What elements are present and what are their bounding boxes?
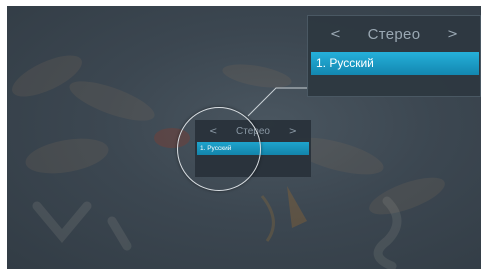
- audio-track-popup: < Стерео > 1. Русский: [307, 15, 481, 97]
- chevron-right-icon[interactable]: >: [447, 27, 458, 42]
- chevron-left-icon[interactable]: <: [330, 27, 341, 42]
- popup-title: Стерео: [367, 25, 421, 43]
- screenshot-frame: < Стерео > 1. Русский < Стерео > 1. Русс…: [0, 0, 485, 276]
- magnifier-circle: [177, 107, 261, 191]
- popup-selected-item[interactable]: 1. Русский: [311, 52, 479, 75]
- chevron-right-icon[interactable]: >: [289, 126, 297, 137]
- popup-header: < Стерео >: [308, 16, 480, 52]
